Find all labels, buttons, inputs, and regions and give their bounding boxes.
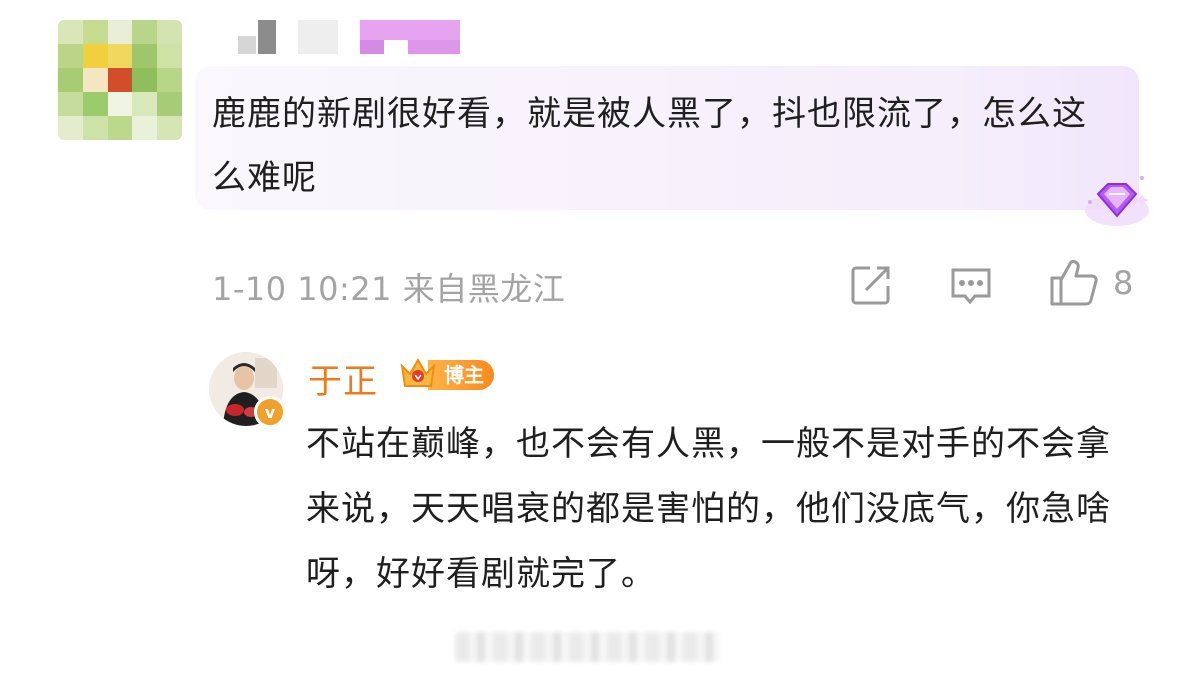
like-count: 8 [1113, 264, 1134, 302]
verified-badge-icon: v [254, 396, 286, 428]
comment-meta: 1-10 10:21 来自黑龙江 [212, 270, 566, 308]
reply-text: 不站在巅峰，也不会有人黑，一般不是对手的不会拿来说，天天唱衰的都是害怕的，他们没… [306, 424, 1111, 594]
crown-icon [398, 356, 438, 392]
reply-author-name[interactable]: 于正 [308, 354, 378, 403]
blurred-watermark [455, 632, 720, 662]
commenter-name-obscured[interactable] [238, 20, 460, 54]
comment-text: 鹿鹿的新剧很好看，就是被人黑了，抖也限流了，怎么这么难呢 [212, 94, 1087, 198]
gem-badge-icon [1082, 170, 1152, 232]
share-icon[interactable] [848, 262, 894, 308]
comment-icon[interactable] [948, 262, 994, 308]
like-icon[interactable] [1048, 258, 1100, 308]
commenter-avatar[interactable] [58, 20, 182, 140]
